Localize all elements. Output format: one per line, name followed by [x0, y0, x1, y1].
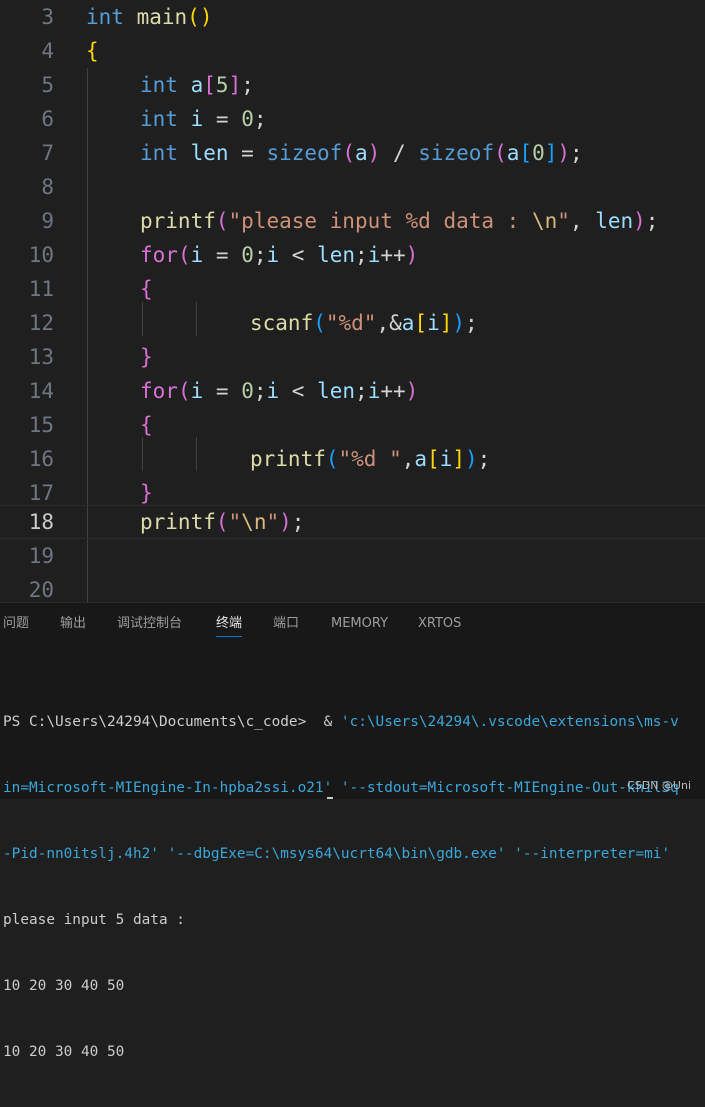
code-line[interactable]: 9 printf("please input %d data : \n", le…	[0, 204, 705, 238]
code-line[interactable]: 12 scanf("%d",&a[i]);	[0, 306, 705, 340]
line-number: 19	[28, 544, 54, 568]
code-text[interactable]: int a[5];	[140, 68, 254, 102]
code-text[interactable]: printf("please input %d data : \n", len)…	[140, 204, 658, 238]
code-text[interactable]: int len = sizeof(a) / sizeof(a[0]);	[140, 136, 583, 170]
code-line[interactable]: 10 for(i = 0;i < len;i++)	[0, 238, 705, 272]
tab-terminal[interactable]: 终端	[216, 603, 243, 647]
line-number: 7	[41, 141, 54, 165]
code-line[interactable]: 8	[0, 170, 705, 204]
watermark: CSDN @Uni	[627, 779, 691, 792]
code-line[interactable]: 3 int main()	[0, 0, 705, 34]
line-number: 4	[41, 39, 54, 63]
tab-xrtos[interactable]: XRTOS	[418, 603, 461, 647]
code-text[interactable]: printf("%d ",a[i]);	[250, 442, 490, 476]
terminal-line: 10 20 30 40 50	[3, 978, 125, 994]
code-editor[interactable]: 3 int main() 4 { 5 int a[5]; 6 int i = 0…	[0, 0, 705, 602]
line-number: 10	[28, 243, 54, 267]
code-line[interactable]: 13 }	[0, 340, 705, 374]
tab-ports[interactable]: 端口	[273, 603, 299, 647]
line-number: 16	[28, 447, 54, 471]
code-text[interactable]: int i = 0;	[140, 102, 267, 136]
code-text[interactable]: for(i = 0;i < len;i++)	[140, 374, 418, 408]
code-text[interactable]: {	[140, 272, 153, 306]
code-line-current[interactable]: 18 printf("\n");	[0, 505, 705, 539]
line-number: 5	[41, 73, 54, 97]
panel-tabs: 问题 输出 调试控制台 终端 端口 MEMORY XRTOS	[0, 603, 705, 647]
tab-problems[interactable]: 问题	[3, 603, 29, 647]
terminal-line: please input 5 data :	[3, 912, 185, 928]
code-line[interactable]: 20	[0, 573, 705, 602]
terminal-line: 10 20 30 40 50	[3, 1044, 125, 1060]
terminal-line: in=Microsoft-MIEngine-In-hpba2ssi.o21' '…	[3, 780, 679, 796]
code-line[interactable]: 14 for(i = 0;i < len;i++)	[0, 374, 705, 408]
tab-output[interactable]: 输出	[60, 603, 86, 647]
terminal-line: PS C:\Users\24294\Documents\c_code> & 'c…	[3, 714, 679, 730]
code-text[interactable]: for(i = 0;i < len;i++)	[140, 238, 418, 272]
code-text[interactable]: scanf("%d",&a[i]);	[250, 306, 478, 340]
line-number: 12	[28, 311, 54, 335]
code-line[interactable]: 4 {	[0, 34, 705, 68]
code-text[interactable]: printf("\n");	[140, 506, 304, 538]
line-number: 6	[41, 107, 54, 131]
terminal-line: -Pid-nn0itslj.4h2' '--dbgExe=C:\msys64\u…	[3, 846, 671, 862]
code-line[interactable]: 6 int i = 0;	[0, 102, 705, 136]
line-number: 13	[28, 345, 54, 369]
line-number: 18	[28, 510, 54, 534]
bottom-panel: 问题 输出 调试控制台 终端 端口 MEMORY XRTOS PS C:\Use…	[0, 602, 705, 1060]
line-number: 3	[41, 5, 54, 29]
code-line[interactable]: 7 int len = sizeof(a) / sizeof(a[0]);	[0, 136, 705, 170]
code-text[interactable]: int main()	[86, 0, 212, 34]
code-line[interactable]: 19	[0, 539, 705, 573]
tab-memory[interactable]: MEMORY	[331, 603, 388, 647]
line-number: 14	[28, 379, 54, 403]
line-number: 11	[28, 277, 54, 301]
code-text[interactable]: }	[140, 340, 153, 374]
code-line[interactable]: 11 {	[0, 272, 705, 306]
line-number: 8	[41, 175, 54, 199]
code-line[interactable]: 15 {	[0, 408, 705, 442]
code-text[interactable]: {	[140, 408, 153, 442]
code-line[interactable]: 5 int a[5];	[0, 68, 705, 102]
line-number: 15	[28, 413, 54, 437]
terminal-output[interactable]: PS C:\Users\24294\Documents\c_code> & 'c…	[3, 667, 705, 1107]
code-line[interactable]: 16 printf("%d ",a[i]);	[0, 442, 705, 476]
line-number: 20	[28, 578, 54, 602]
line-number: 9	[41, 209, 54, 233]
code-text[interactable]: {	[86, 34, 99, 68]
tab-debug-console[interactable]: 调试控制台	[117, 603, 182, 647]
